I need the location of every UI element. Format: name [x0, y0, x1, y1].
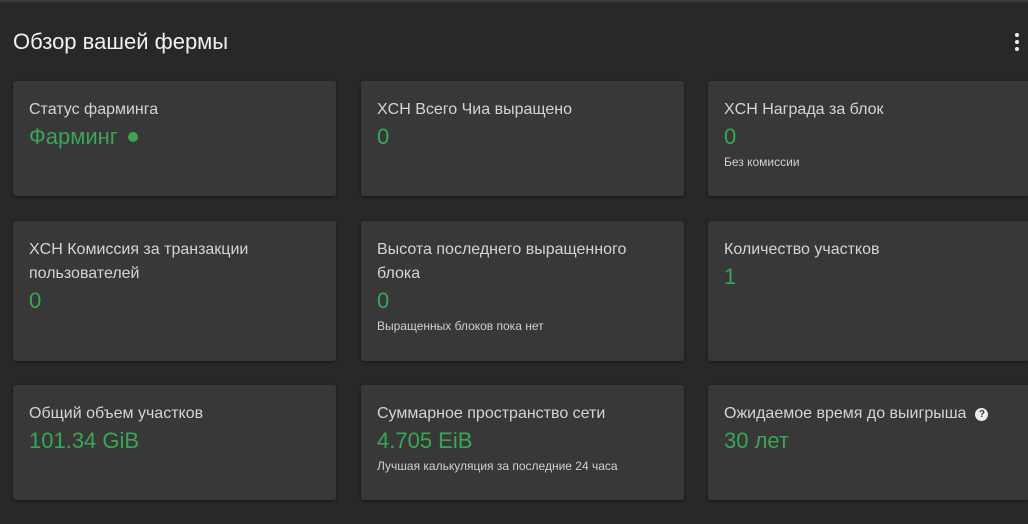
card-value: Фарминг [29, 122, 320, 152]
card-title: Статус фарминга [29, 101, 159, 118]
card-value: 1 [724, 264, 737, 289]
card-value: 0 [377, 288, 390, 313]
card-value: 4.705 EiB [377, 428, 473, 453]
card-title: Ожидаемое время до выигрыша? [724, 402, 1014, 426]
farming-status-value: Фарминг [29, 124, 118, 149]
card-expected-time-to-win: Ожидаемое время до выигрыша? 30 лет [708, 385, 1028, 500]
card-value: 0 [724, 124, 737, 149]
card-title: Высота последнего выращенного блока [377, 241, 627, 282]
card-plot-count: Количество участков 1 [708, 221, 1028, 361]
card-farming-status: Статус фарминга Фарминг [13, 81, 336, 196]
more-vertical-icon [1015, 33, 1019, 37]
page-title: Обзор вашей фермы [13, 29, 229, 54]
card-caption: Лучшая калькуляция за последние 24 часа [377, 459, 618, 473]
card-title: XCH Комиссия за транзакции пользователей [29, 241, 249, 282]
more-options-button[interactable] [1008, 28, 1026, 56]
top-divider [0, 0, 1028, 2]
card-title-text: Ожидаемое время до выигрыша [724, 405, 967, 422]
card-value: 0 [29, 288, 42, 313]
card-total-network-space: Суммарное пространство сети 4.705 EiB Лу… [361, 385, 684, 500]
card-total-plot-size: Общий объем участков 101.34 GiB [13, 385, 336, 500]
card-value: 30 лет [724, 428, 790, 453]
status-dot-icon [127, 132, 138, 142]
card-title: Общий объем участков [29, 405, 204, 422]
card-title: Количество участков [724, 241, 880, 258]
card-caption: Без комиссии [724, 155, 800, 169]
card-title: XCH Награда за блок [724, 101, 884, 118]
card-caption: Выращенных блоков пока нет [377, 319, 544, 333]
card-total-chia-farmed: XCH Всего Чиа выращено 0 [361, 81, 684, 196]
card-title: XCH Всего Чиа выращено [377, 101, 572, 118]
card-block-rewards: XCH Награда за блок 0 Без комиссии [708, 81, 1028, 196]
card-value: 101.34 GiB [29, 428, 140, 453]
card-value: 0 [377, 124, 390, 149]
card-title: Суммарное пространство сети [377, 405, 606, 422]
card-user-transaction-fees: XCH Комиссия за транзакции пользователей… [13, 221, 336, 361]
help-icon[interactable]: ? [975, 408, 989, 421]
card-last-height-farmed: Высота последнего выращенного блока 0 Вы… [361, 221, 684, 361]
